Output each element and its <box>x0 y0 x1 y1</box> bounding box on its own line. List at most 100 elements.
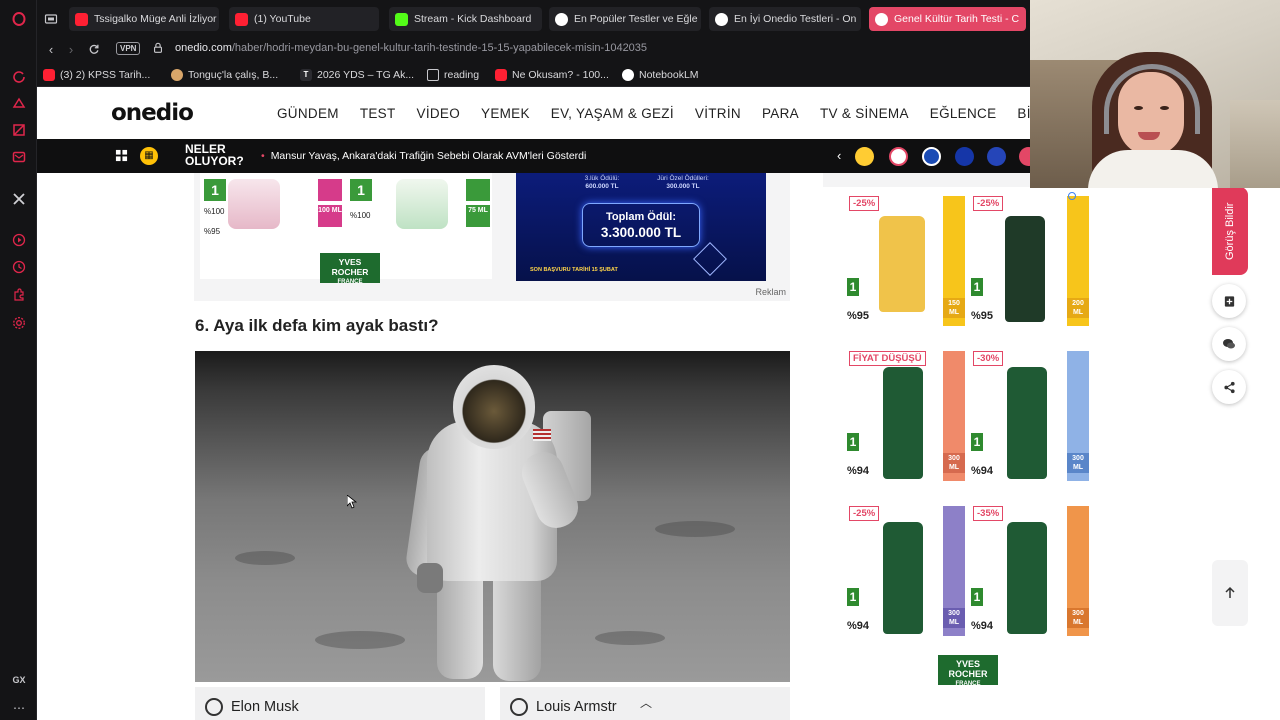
gx-control-icon[interactable] <box>9 93 29 113</box>
x-twitter-icon[interactable] <box>9 189 29 209</box>
brand-line3: FRANCE <box>337 279 363 285</box>
scroll-to-top-button[interactable] <box>1212 560 1248 626</box>
price-percent: %94 <box>971 620 994 632</box>
notebooklm-icon <box>622 69 634 81</box>
bookmark-label: (3) 2) KPSS Tarih... <box>60 69 151 81</box>
youtube-icon <box>75 12 88 26</box>
nav-ev-yasam-gezi[interactable]: EV, YAŞAM & GEZİ <box>551 106 674 121</box>
ad-cell[interactable]: -25% 1 %95 200 ML <box>969 192 1091 344</box>
comments-icon[interactable] <box>1212 327 1246 361</box>
tab-label: En Popüler Testler ve Eğle <box>574 13 698 25</box>
bookmark-tonguc[interactable]: Tonguç'la çalış, B... <box>171 67 278 83</box>
ticker-headline[interactable]: Mansur Yavaş, Ankara'daki Trafiğin Sebeb… <box>261 150 587 162</box>
rank-badge: 1 <box>971 588 983 606</box>
settings-gear-icon[interactable] <box>9 313 29 333</box>
crater <box>235 551 295 565</box>
adchoices-icon[interactable] <box>1068 192 1076 200</box>
tab-youtube-tssigalko[interactable]: Tssigalko Müge Anli İzliyor <box>69 7 219 31</box>
nav-eglence[interactable]: EĞLENCE <box>930 106 997 121</box>
nav-gundem[interactable]: GÜNDEM <box>277 106 339 121</box>
extensions-icon[interactable] <box>9 285 29 305</box>
article-ad-banner[interactable]: 1 %100 %95 100 ML 1 %100 75 ML YVES ROCH… <box>194 173 790 301</box>
brand-line1: YVES <box>955 659 980 669</box>
feedback-button[interactable]: Görüş Bildir <box>1212 187 1248 275</box>
tab-label: Genel Kültür Tarih Testi - C <box>894 13 1020 25</box>
yves-rocher-shampoo-ad[interactable]: -25% 1 %95 150 ML -25% 1 %95 200 ML FİYA… <box>845 192 1095 692</box>
forward-icon[interactable]: › <box>63 41 79 57</box>
youtube-icon <box>43 69 55 81</box>
apps-grid-icon[interactable] <box>115 149 129 163</box>
answer-option-1[interactable]: Elon Musk <box>195 687 485 720</box>
ticker-label-line2: OLUYOR? <box>185 154 244 168</box>
ml-badge: 300 ML <box>1067 453 1089 473</box>
yves-rocher-perfume-ad[interactable]: 1 %100 %95 100 ML 1 %100 75 ML YVES ROCH… <box>200 173 492 285</box>
story-circle-2-icon[interactable] <box>922 147 941 166</box>
ad-cell[interactable]: -25% 1 %94 300 ML <box>845 502 967 654</box>
nav-video[interactable]: VİDEO <box>417 106 461 121</box>
nav-test[interactable]: TEST <box>360 106 396 121</box>
story-circle-4-icon[interactable] <box>987 147 1006 166</box>
ticker-prev-icon[interactable]: ‹ <box>837 148 841 163</box>
ad-cell[interactable]: FİYAT DÜŞÜŞÜ 1 %94 300 ML <box>845 347 967 499</box>
gx-label[interactable]: GX <box>9 670 29 690</box>
url-field[interactable]: onedio.com/haber/hodri-meydan-bu-genel-k… <box>175 42 647 54</box>
ml-badge-green <box>466 179 490 201</box>
vpn-badge[interactable]: VPN <box>116 42 141 55</box>
nav-tv-sinema[interactable]: TV & SİNEMA <box>820 106 909 121</box>
rank-badge: 1 <box>847 588 859 606</box>
ad-cell[interactable]: -30% 1 %94 300 ML <box>969 347 1091 499</box>
reload-icon[interactable] <box>86 41 102 57</box>
lock-icon[interactable] <box>152 41 166 55</box>
nav-vitrin[interactable]: VİTRİN <box>695 106 741 121</box>
bookmark-ne-okusam[interactable]: Ne Okusam? - 100... <box>495 67 609 83</box>
more-dots-icon[interactable]: ⋯ <box>9 698 29 718</box>
answer-label: Elon Musk <box>231 699 299 715</box>
browser-sidebar: GX ⋯ <box>0 0 37 720</box>
gx-corner-icon[interactable] <box>9 120 29 140</box>
yves-rocher-rail-logo: YVES ROCHER FRANCE <box>938 655 998 687</box>
story-circle-3-icon[interactable] <box>955 147 974 166</box>
product-bottle-image <box>883 522 923 634</box>
bookmark-reading[interactable]: reading <box>427 67 479 83</box>
story-circle-1-icon[interactable] <box>889 147 908 166</box>
refresh-gx-icon[interactable] <box>9 66 29 86</box>
calendar-badge-icon[interactable]: ▦ <box>140 147 158 165</box>
back-icon[interactable]: ‹ <box>43 41 59 57</box>
discount-badge: -35% <box>973 506 1004 521</box>
ad-label: Reklam <box>755 287 786 297</box>
onedio-icon <box>875 12 888 26</box>
bookmark-kpss-tarih[interactable]: (3) 2) KPSS Tarih... <box>43 67 150 83</box>
share-icon[interactable] <box>1212 370 1246 404</box>
product-bottle-image <box>1005 216 1045 322</box>
gmail-icon[interactable] <box>9 147 29 167</box>
bookmark-label: NotebookLM <box>639 69 699 81</box>
tab-label: (1) YouTube <box>254 13 311 25</box>
ad-cell[interactable]: -35% 1 %94 300 ML <box>969 502 1091 654</box>
player-icon[interactable] <box>9 230 29 250</box>
site-header: onedio GÜNDEM TEST VİDEO YEMEK EV, YAŞAM… <box>37 87 1030 139</box>
bookmarks-bar: (3) 2) KPSS Tarih... Tonguç'la çalış, B.… <box>37 62 1030 87</box>
ad-cell[interactable]: -25% 1 %95 150 ML <box>845 192 967 344</box>
prize-third-value: 600.000 TL <box>585 183 619 190</box>
tab-onedio-populer[interactable]: En Popüler Testler ve Eğle <box>549 7 701 31</box>
tab-onedio-en-iyi[interactable]: En İyi Onedio Testleri - On <box>709 7 861 31</box>
nav-yemek[interactable]: YEMEK <box>481 106 530 121</box>
chevron-up-icon[interactable]: ︿ <box>640 694 652 711</box>
tab-youtube[interactable]: (1) YouTube <box>229 7 379 31</box>
tab-menu-icon[interactable] <box>41 9 61 29</box>
emoji-story-icon[interactable] <box>855 147 874 166</box>
onedio-logo[interactable]: onedio <box>111 100 194 126</box>
story-circle-5-icon[interactable] <box>1019 147 1030 166</box>
bookmark-notebooklm[interactable]: NotebookLM <box>622 67 699 83</box>
tab-label: Tssigalko Müge Anli İzliyor <box>94 13 217 25</box>
nav-para[interactable]: PARA <box>762 106 799 121</box>
bookmark-yds[interactable]: T 2026 YDS – TG Ak... <box>300 67 414 83</box>
prize-third: 3.lük Ödülü: 600.000 TL <box>572 175 632 191</box>
bookmark-plus-icon[interactable] <box>1212 284 1246 318</box>
tab-genel-kultur-active[interactable]: Genel Kültür Tarih Testi - C <box>869 7 1026 31</box>
nav-bilgisayar[interactable]: BİLGİSA <box>1017 106 1030 121</box>
history-icon[interactable] <box>9 257 29 277</box>
tab-kick-dashboard[interactable]: Stream - Kick Dashboard <box>389 7 542 31</box>
competition-prize-ad[interactable]: 3.lük Ödülü: 600.000 TL Jüri Özel Ödülle… <box>516 173 766 281</box>
opera-logo-icon[interactable] <box>9 9 29 29</box>
